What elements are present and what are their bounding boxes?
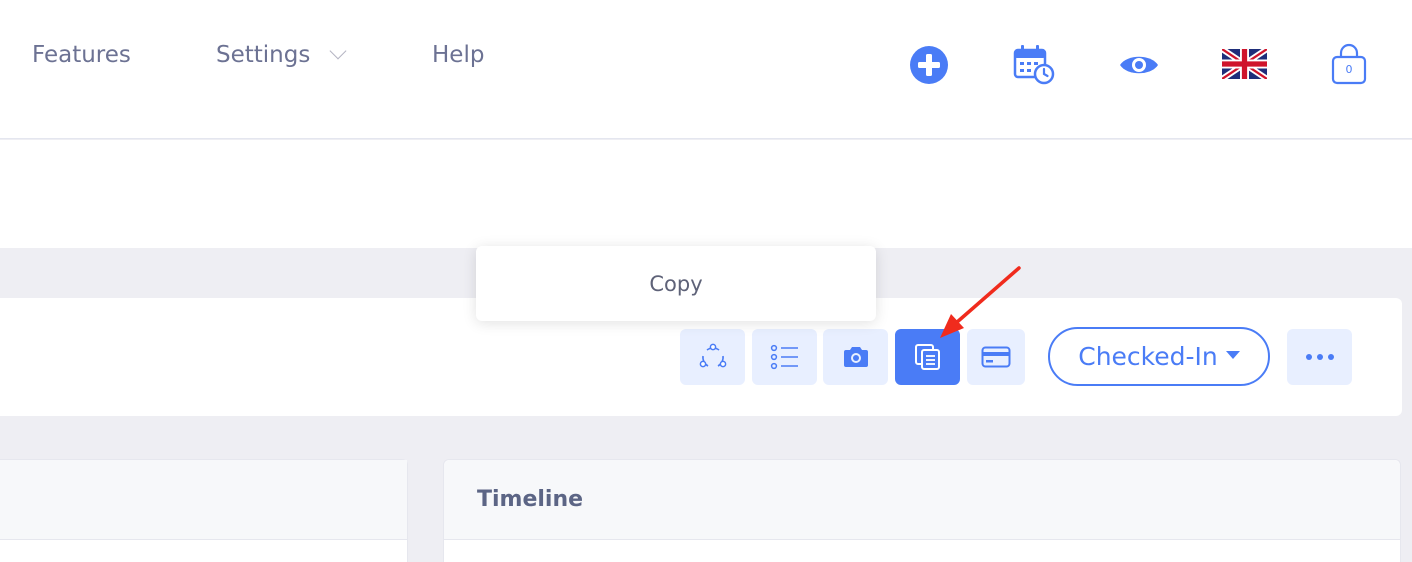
timeline-title: Timeline <box>477 487 584 512</box>
nav-features[interactable]: Features <box>32 42 131 68</box>
status-label: Checked-In <box>1078 342 1218 371</box>
more-dots-icon <box>1303 354 1336 360</box>
plus-circle-icon[interactable] <box>908 44 950 86</box>
details-panel <box>0 459 408 562</box>
list-button[interactable] <box>752 329 817 385</box>
status-dropdown[interactable]: Checked-In <box>1048 327 1270 386</box>
calendar-clock-icon[interactable] <box>1012 43 1056 85</box>
nav-features-label: Features <box>32 42 131 68</box>
nav-help[interactable]: Help <box>432 42 484 68</box>
credit-card-icon <box>981 346 1011 368</box>
details-panel-header <box>0 460 407 540</box>
nav-settings-label: Settings <box>216 42 311 68</box>
uk-flag-icon[interactable] <box>1222 49 1267 79</box>
payment-button[interactable] <box>967 329 1025 385</box>
camera-button[interactable] <box>823 329 888 385</box>
list-icon <box>770 344 798 370</box>
chevron-down-icon <box>329 42 347 60</box>
cart-count: 0 <box>1345 63 1353 76</box>
shopping-bag-icon[interactable]: 0 <box>1330 42 1368 86</box>
more-button[interactable] <box>1287 329 1352 385</box>
nav-settings[interactable]: Settings <box>216 42 347 68</box>
copy-tooltip: Copy <box>476 246 876 321</box>
copy-icon <box>914 344 940 370</box>
camera-icon <box>843 347 868 367</box>
nav-help-label: Help <box>432 42 485 68</box>
eye-icon[interactable] <box>1118 50 1160 80</box>
share-button[interactable] <box>680 329 745 385</box>
caret-down-icon <box>1225 350 1240 359</box>
subheader <box>0 140 1412 248</box>
timeline-panel-header: Timeline <box>444 460 1400 540</box>
share-nodes-icon <box>699 343 726 368</box>
top-navbar: Features Settings Help 0 <box>0 0 1412 139</box>
timeline-panel: Timeline <box>443 459 1401 562</box>
tooltip-text: Copy <box>649 271 703 296</box>
copy-button[interactable] <box>895 329 960 385</box>
